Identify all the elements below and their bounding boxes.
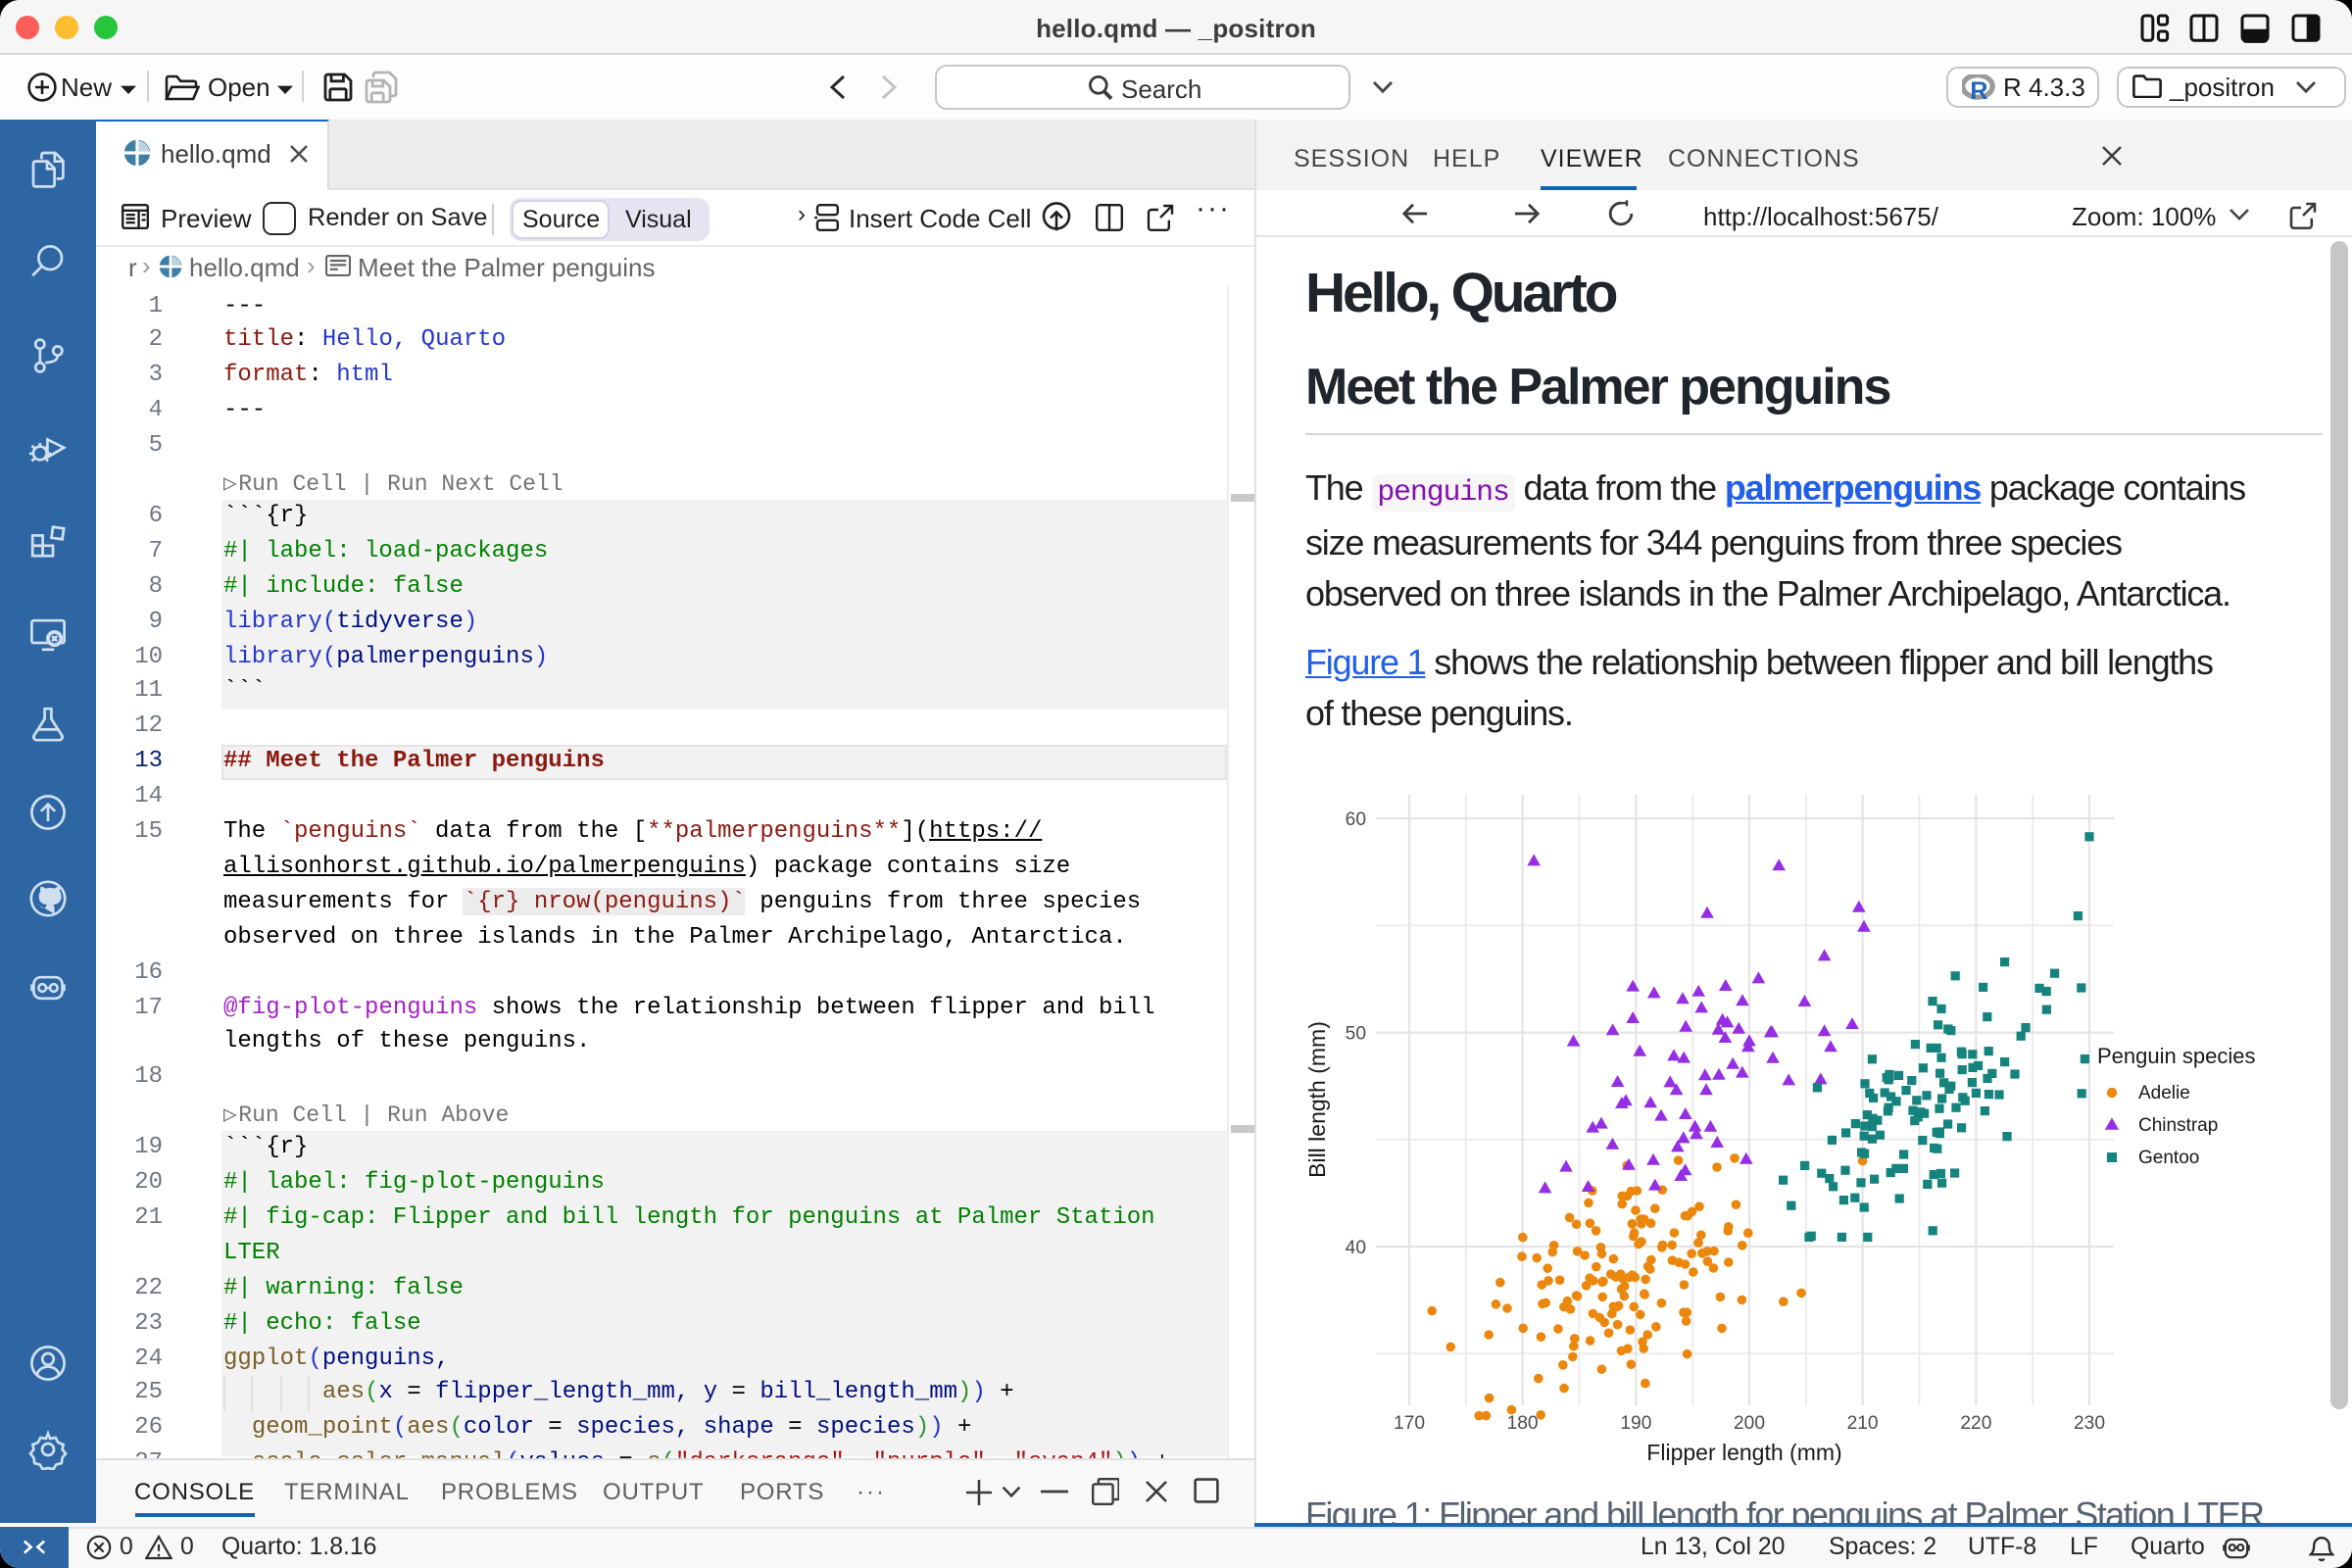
svg-text:Flipper length (mm): Flipper length (mm) bbox=[1646, 1440, 1841, 1465]
svg-text:210: 210 bbox=[1847, 1413, 1879, 1434]
svg-text:Adelie: Adelie bbox=[2138, 1083, 2190, 1103]
svg-text:R: R bbox=[1970, 77, 1987, 100]
svg-text:170: 170 bbox=[1394, 1413, 1425, 1434]
svg-text:Penguin species: Penguin species bbox=[2097, 1044, 2255, 1068]
svg-text:180: 180 bbox=[1507, 1413, 1539, 1434]
svg-text:40: 40 bbox=[1346, 1238, 1366, 1258]
svg-text:Bill length (mm): Bill length (mm) bbox=[1304, 1021, 1330, 1178]
svg-text:Chinstrap: Chinstrap bbox=[2138, 1115, 2218, 1136]
svg-text:230: 230 bbox=[2074, 1413, 2105, 1434]
svg-text:60: 60 bbox=[1346, 809, 1366, 830]
svg-text:220: 220 bbox=[1960, 1413, 1991, 1434]
svg-text:50: 50 bbox=[1346, 1023, 1366, 1044]
svg-text:190: 190 bbox=[1620, 1413, 1651, 1434]
svg-text:Gentoo: Gentoo bbox=[2138, 1148, 2199, 1168]
svg-text:200: 200 bbox=[1734, 1413, 1765, 1434]
